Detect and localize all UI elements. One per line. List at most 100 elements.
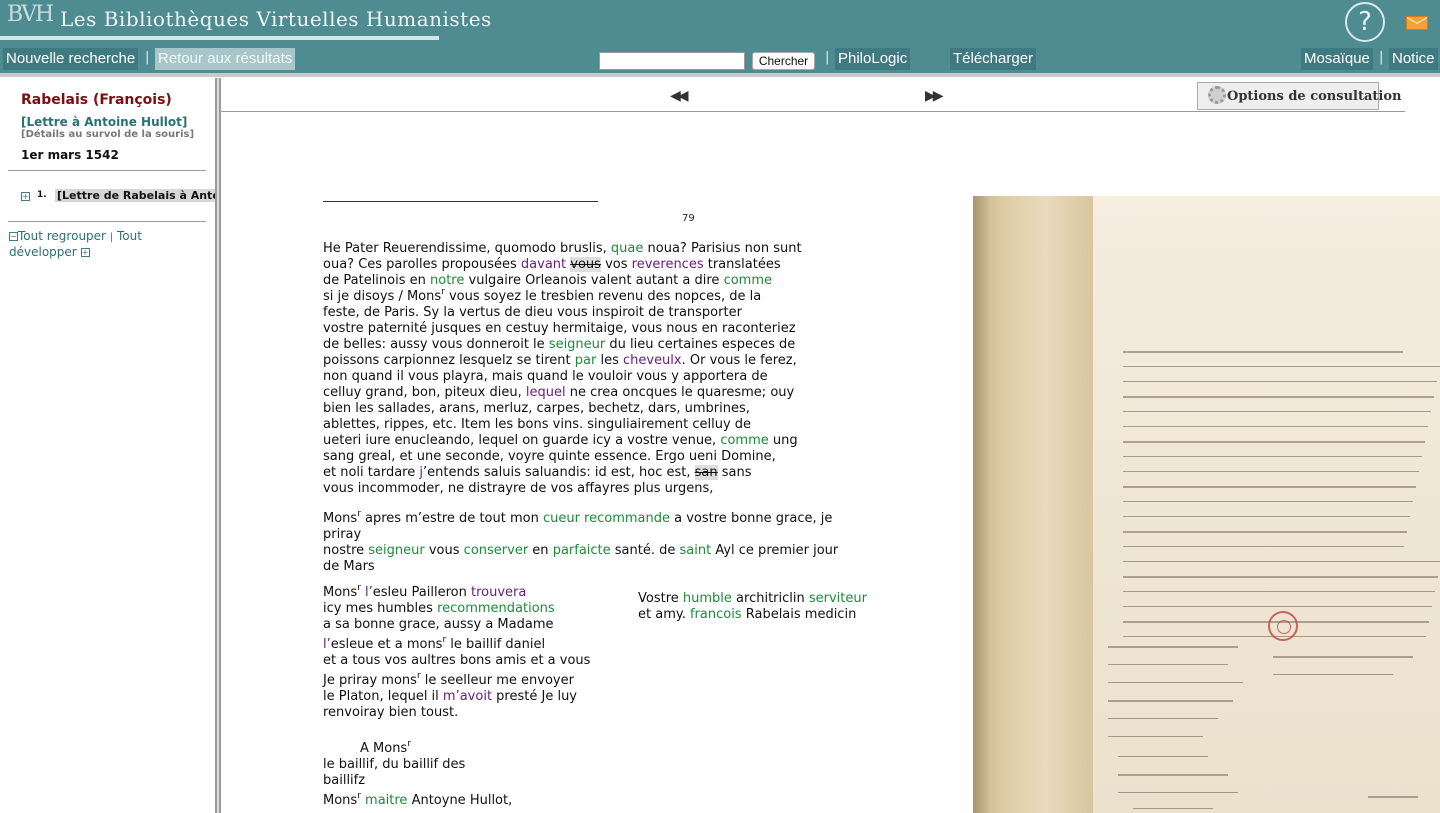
text-line: ablettes, rippes, etc. Item les bons vin… <box>323 417 751 433</box>
variant-word[interactable]: maitre <box>365 793 407 808</box>
page-number: 79 <box>682 213 695 224</box>
philologic-link[interactable]: PhiloLogic <box>835 48 911 70</box>
text-segment: et amy. <box>638 607 690 622</box>
text-segment: si je disoys / Mons <box>323 289 442 304</box>
next-page-icon[interactable]: ▶▶ <box>925 88 943 104</box>
expand-icon[interactable]: + <box>21 192 30 201</box>
variant-word[interactable]: notre <box>430 273 464 288</box>
collapse-all-link[interactable]: Tout regrouper <box>18 229 106 243</box>
variant-word[interactable]: saint <box>680 543 712 558</box>
ink-stroke <box>1123 426 1428 427</box>
tree-controls: −Tout regrouper | Tout développer + <box>9 229 209 260</box>
text-segment: santé. de <box>610 543 680 558</box>
ink-stroke <box>1123 351 1403 353</box>
text-segment: Ayl ce premier jour <box>711 543 839 558</box>
back-to-results-link[interactable]: Retour aux résultats <box>155 48 296 70</box>
mail-icon[interactable] <box>1406 16 1428 30</box>
variant-word[interactable]: comme <box>724 273 772 288</box>
text-segment: A Mons <box>360 741 408 756</box>
ink-stroke <box>1108 646 1238 648</box>
logo-text: BVH <box>7 2 54 27</box>
ink-stroke <box>1108 718 1218 719</box>
variant-word[interactable]: l’ <box>365 585 373 600</box>
text-segment: ung <box>768 433 798 448</box>
text-line: feste, de Paris. Sy la vertus de dieu vo… <box>323 305 742 321</box>
text-segment: Rabelais medicin <box>741 607 857 622</box>
text-line: Je priray monsr le seelleur me envoyer <box>323 672 574 689</box>
text-line: a sa bonne grace, aussy a Madame <box>323 617 554 633</box>
text-segment: vous <box>424 543 464 558</box>
notice-link[interactable]: Notice <box>1389 48 1438 70</box>
text-segment: nostre <box>323 543 369 558</box>
variant-word[interactable]: seigneur <box>549 337 605 352</box>
text-line: sang greal, et une seconde, voyre quinte… <box>323 449 776 465</box>
text-segment: ne crea oncques le quaresme; ouy <box>565 385 795 400</box>
sidebar: Rabelais (François) [Lettre à Antoine Hu… <box>0 78 215 813</box>
ink-stroke <box>1273 656 1413 658</box>
text-segment: ueteri iure enucleando, lequel on guarde… <box>323 433 721 448</box>
text-segment: et a tous vos aultres bons amis et a vou… <box>323 653 591 668</box>
text-segment: noua? Parisius non sunt <box>643 241 802 256</box>
text-segment: ’entends saluis saluandis: id est, hoc e… <box>423 465 695 480</box>
text-line: et noli tardare j’entends saluis saluand… <box>323 465 752 481</box>
text-segment: Mons <box>323 585 358 600</box>
text-segment: le Platon, lequel il <box>323 689 443 704</box>
variant-word[interactable]: l’ <box>323 637 331 652</box>
text-segment: baillifz <box>323 773 366 788</box>
expand-all-icon[interactable]: + <box>80 248 90 257</box>
previous-page-icon[interactable]: ◀◀ <box>670 88 688 104</box>
help-icon[interactable]: ? <box>1345 2 1385 42</box>
toc-item[interactable]: [Lettre de Rabelais à Antoine Hullot] <box>55 189 215 202</box>
variant-word[interactable]: cueur recommande <box>543 511 670 526</box>
text-segment: architriclin <box>731 591 809 606</box>
document-date: 1er mars 1542 <box>21 148 119 162</box>
variant-word[interactable]: cheveulx <box>623 353 682 368</box>
variant-word[interactable]: davant <box>521 257 566 272</box>
variant-word[interactable]: seigneur <box>368 543 424 558</box>
search-input[interactable] <box>599 52 745 70</box>
ink-stroke <box>1108 664 1228 665</box>
text-line: nostre seigneur vous conserver en parfai… <box>323 543 838 559</box>
ink-stroke <box>1118 774 1228 776</box>
expand-all-link[interactable]: Tout <box>117 229 142 243</box>
variant-word[interactable]: parfaicte <box>553 543 611 558</box>
variant-word[interactable]: conserver <box>464 543 529 558</box>
text-line: A Monsr <box>360 740 411 757</box>
variant-word[interactable]: lequel <box>526 385 566 400</box>
consultation-options-button[interactable]: Options de consultation <box>1197 82 1401 110</box>
text-segment: a sa bonne grace, aussy a Madame <box>323 617 554 632</box>
variant-word[interactable]: m’avoit <box>443 689 492 704</box>
variant-word[interactable]: trouvera <box>471 585 526 600</box>
site-title[interactable]: Les Bibliothèques Virtuelles Humanistes <box>60 7 492 31</box>
mosaic-link[interactable]: Mosaïque <box>1301 48 1373 70</box>
text-segment: vous incommoder, ne distrayre de vos aff… <box>323 481 714 496</box>
options-label: Options de consultation <box>1227 89 1402 104</box>
text-segment: du lieu certaines especes de <box>605 337 796 352</box>
variant-word[interactable]: par <box>575 353 597 368</box>
text-line: et amy. francois Rabelais medicin <box>638 607 856 623</box>
variant-word[interactable]: humble <box>683 591 732 606</box>
variant-word[interactable]: serviteur <box>809 591 867 606</box>
search-button[interactable]: Chercher <box>752 52 815 70</box>
variant-word[interactable]: reverences <box>632 257 704 272</box>
site-header: BVH Les Bibliothèques Virtuelles Humanis… <box>0 0 1440 76</box>
collapse-icon[interactable]: − <box>9 232 18 241</box>
manuscript-facsimile-image[interactable] <box>973 196 1440 813</box>
text-segment: Vostre <box>638 591 683 606</box>
new-search-link[interactable]: Nouvelle recherche <box>3 48 139 70</box>
ink-stroke <box>1123 471 1419 472</box>
text-segment: Je priray mons <box>323 673 417 688</box>
variant-word[interactable]: quae <box>611 241 643 256</box>
toc-number: 1. <box>37 190 47 200</box>
variant-word[interactable]: recommendations <box>437 601 555 616</box>
download-link[interactable]: Télécharger <box>950 48 1037 70</box>
ink-stroke <box>1273 674 1393 675</box>
bvh-logo[interactable]: BVH <box>5 2 54 38</box>
work-title[interactable]: [Lettre à Antoine Hullot] <box>21 115 187 129</box>
expand-all-link-cont[interactable]: développer <box>9 245 77 259</box>
text-segment: le baillif daniel <box>446 637 546 652</box>
variant-word[interactable]: francois <box>690 607 742 622</box>
variant-word[interactable]: comme <box>720 433 768 448</box>
manuscript-fold <box>973 196 1093 813</box>
text-segment: esleu Pailleron <box>372 585 471 600</box>
